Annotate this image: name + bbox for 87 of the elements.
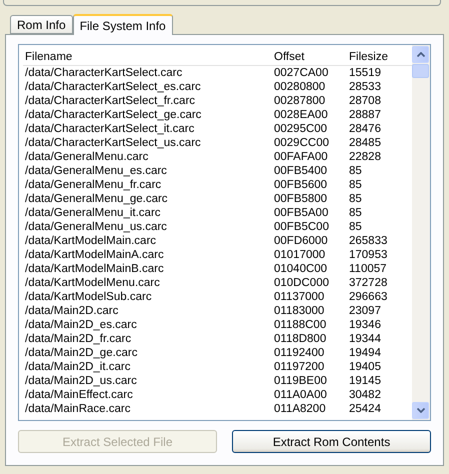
table-cell-text: 28476: [348, 123, 382, 135]
table-cell-text: 010DC000: [273, 277, 330, 289]
table-cell-text: 265833: [348, 235, 388, 247]
table-cell-text: /data/MainRace.carc: [24, 403, 132, 415]
column-header[interactable]: Filename: [23, 50, 272, 62]
table-cell-text: 19494: [348, 347, 382, 359]
table-cell-text: 28533: [348, 81, 382, 93]
table-cell-text: 85: [348, 207, 363, 219]
table-cell-text: /data/KartModelMainA.carc: [24, 249, 165, 261]
table-cell-text: /data/GeneralMenu_us.carc: [24, 221, 168, 233]
table-cell-text: 00FB5C00: [273, 221, 330, 233]
table-cell-text: 0027CA00: [273, 67, 330, 79]
table-cell-text: /data/CharacterKartSelect_fr.carc: [24, 95, 196, 107]
table-cell-text: 0029CC00: [273, 137, 330, 149]
table-cell-text: 0118D800: [273, 333, 328, 345]
table-cell-text: 00FD6000: [273, 235, 329, 247]
table-cell-text: /data/Main2D_us.carc: [24, 375, 138, 387]
table-cell-text: /data/Main2D_ge.carc: [24, 347, 139, 359]
caret-down-icon: [416, 408, 424, 413]
table-cell-text: 372728: [348, 277, 388, 289]
table-cell-text: /data/KartModelMainB.carc: [24, 263, 165, 275]
tab[interactable]: Rom Info: [10, 15, 73, 34]
tab[interactable]: File System Info: [72, 14, 173, 35]
table-cell-text: 01040C00: [273, 263, 328, 275]
table-cell-text: /data/KartModelMain.carc: [24, 235, 158, 247]
table-cell-text: 01188C00: [273, 319, 328, 331]
table-cell-text: /data/GeneralMenu_fr.carc: [24, 179, 162, 191]
table-cell-text: 19344: [348, 333, 382, 345]
table-cell-text: /data/CharacterKartSelect_es.carc: [24, 81, 202, 93]
table-cell-text: 00FB5600: [273, 179, 328, 191]
table-cell-text: 30482: [348, 389, 382, 401]
table-cell-text: /data/GeneralMenu.carc: [24, 151, 150, 163]
table-cell-text: /data/Main2D_es.carc: [24, 319, 138, 331]
table-cell-text: 28708: [348, 95, 382, 107]
table-cell-text: 011A0A00: [273, 389, 328, 401]
table-cell-text: /data/CharacterKartSelect_it.carc: [24, 123, 196, 135]
table-cell-text: /data/KartModelSub.carc: [24, 291, 153, 303]
table-cell-text: 85: [348, 193, 363, 205]
table-cell-text: 85: [348, 179, 363, 191]
table-cell-text: /data/GeneralMenu_es.carc: [24, 165, 168, 177]
table-cell-text: 22828: [348, 151, 382, 163]
extract-button[interactable]: Extract Rom Contents: [232, 430, 431, 453]
table-cell-text: 0028EA00: [273, 109, 329, 121]
scroll-down-button[interactable]: [412, 402, 429, 419]
table-cell-text: 296663: [348, 291, 388, 303]
caret-up-icon: [416, 52, 424, 57]
table-cell-text: 00FB5400: [273, 165, 328, 177]
table-cell-text: /data/CharacterKartSelect_ge.carc: [24, 109, 202, 121]
table-cell-text: 00280800: [273, 81, 326, 93]
table-cell-text: 01192400: [273, 347, 326, 359]
table-cell-text: 00287800: [273, 95, 326, 107]
table-cell-text: /data/Main2D_it.carc: [24, 361, 132, 373]
scroll-thumb[interactable]: [412, 64, 429, 78]
table-cell-text: /data/Main2D_fr.carc: [24, 333, 132, 345]
table-cell-text: 19405: [348, 361, 382, 373]
table-cell-text: /data/CharacterKartSelect_us.carc: [24, 137, 202, 149]
table-cell-text: 00FB5800: [273, 193, 328, 205]
table-cell-text: /data/MainEffect.carc: [24, 389, 134, 401]
table-cell-text: 00295C00: [273, 123, 328, 135]
table-cell-text: 170953: [348, 249, 388, 261]
table-cell-text: 011A8200: [273, 403, 327, 415]
table-cell-text: /data/CharacterKartSelect.carc: [24, 67, 184, 79]
table-cell-text: 19145: [348, 375, 382, 387]
table-cell-text: /data/GeneralMenu_ge.carc: [24, 193, 169, 205]
table-cell-text: 19346: [348, 319, 382, 331]
column-header[interactable]: Filesize: [347, 50, 412, 62]
table-cell-text: 01183000: [273, 305, 326, 317]
table-cell-text: 28485: [348, 137, 382, 149]
table-cell-text: 0119BE00: [273, 375, 328, 387]
table-cell-text: 25424: [348, 403, 382, 415]
table-cell-text: 85: [348, 165, 363, 177]
table-cell-text: 00FAFA00: [273, 151, 329, 163]
table-cell-text: /data/Main2D.carc: [24, 305, 120, 317]
table-cell-text: 85: [348, 221, 363, 233]
table-cell-text: 110057: [348, 263, 388, 275]
table-cell-text: 00FB5A00: [273, 207, 330, 219]
table-cell-text: 01137000: [273, 291, 326, 303]
table-cell-text: 15519: [348, 67, 382, 79]
scroll-up-button[interactable]: [412, 46, 429, 63]
table-cell-text: /data/KartModelMenu.carc: [24, 277, 161, 289]
scrollbar[interactable]: [412, 45, 430, 420]
column-header[interactable]: Offset: [272, 50, 347, 62]
table-cell-text: 28887: [348, 109, 382, 121]
table-cell-text: /data/GeneralMenu_it.carc: [24, 207, 162, 219]
table-cell-text: 01197200: [273, 361, 326, 373]
table-cell-text: 01017000: [273, 249, 326, 261]
table-cell-text: 23097: [348, 305, 382, 317]
